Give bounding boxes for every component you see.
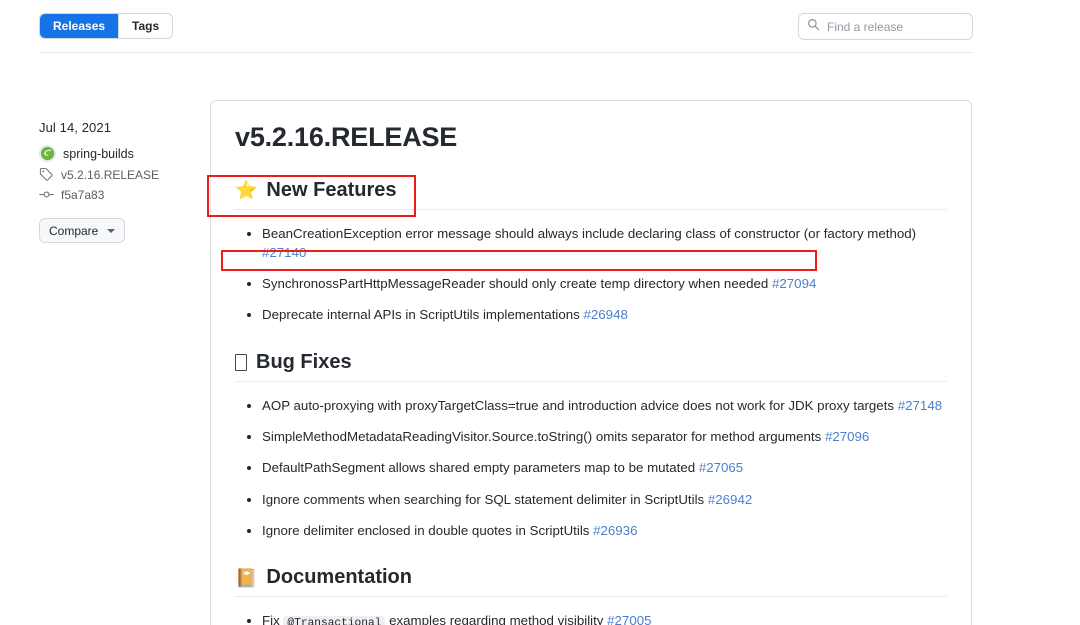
release-title: v5.2.16.RELEASE — [235, 122, 458, 152]
chevron-down-icon — [107, 228, 116, 233]
documentation-item-1: Fix @Transactional examples regarding me… — [245, 611, 947, 625]
list-item-text: BeanCreationException error message shou… — [262, 225, 917, 241]
issue-link[interactable]: #27005 — [607, 613, 651, 625]
bug-fixes-item-5: Ignore delimiter enclosed in double quot… — [245, 521, 947, 540]
search-icon — [807, 18, 820, 36]
release-tag-name: v5.2.16.RELEASE — [61, 167, 160, 182]
list-item-text: Deprecate internal APIs in ScriptUtils i… — [262, 307, 584, 323]
list-item-text: Ignore delimiter enclosed in double quot… — [262, 522, 594, 538]
release-commit-row[interactable]: f5a7a83 — [39, 187, 199, 202]
release-card: v5.2.16.RELEASE ⭐ New Features BeanCreat… — [210, 100, 972, 625]
list-item-text: Fix — [262, 613, 284, 625]
issue-link[interactable]: #27094 — [772, 276, 816, 291]
new-features-item-1: BeanCreationException error message shou… — [245, 224, 947, 263]
notebook-icon: 📔 — [235, 567, 258, 588]
list-item-text: SimpleMethodMetadataReadingVisitor.Sourc… — [262, 429, 825, 445]
issue-link[interactable]: #27140 — [262, 245, 306, 260]
tab-tags-label: Tags — [132, 19, 160, 33]
bug-fixes-item-3: DefaultPathSegment allows shared empty p… — [245, 458, 947, 477]
bug-fixes-list: AOP auto-proxying with proxyTargetClass=… — [235, 396, 947, 540]
issue-link[interactable]: #26936 — [593, 523, 637, 538]
issue-link[interactable]: #26942 — [708, 492, 752, 507]
documentation-heading-label: Documentation — [266, 566, 412, 589]
tab-tags[interactable]: Tags — [118, 14, 173, 38]
list-item-text: Ignore comments when searching for SQL s… — [262, 491, 708, 507]
compare-button[interactable]: Compare — [39, 218, 126, 243]
commit-icon — [39, 187, 54, 202]
tab-releases-label: Releases — [53, 19, 106, 33]
list-item-text: DefaultPathSegment allows shared empty p… — [262, 460, 699, 476]
releases-page: Releases Tags Jul 14, 2021 — [0, 0, 1080, 625]
new-features-item-2: SynchronossPartHttpMessageReader should … — [245, 274, 947, 293]
release-author-name: spring-builds — [63, 146, 134, 161]
bug-fixes-item-4: Ignore comments when searching for SQL s… — [245, 490, 947, 509]
release-tabs: Releases Tags — [39, 13, 174, 39]
inline-code: @Transactional — [283, 615, 386, 625]
bug-fixes-heading-label: Bug Fixes — [256, 350, 352, 373]
release-date: Jul 14, 2021 — [39, 120, 112, 135]
issue-link[interactable]: #27096 — [825, 429, 869, 444]
release-commit-sha: f5a7a83 — [61, 187, 105, 202]
documentation-list: Fix @Transactional examples regarding me… — [235, 611, 947, 625]
release-search-box[interactable] — [798, 13, 973, 40]
new-features-item-3: Deprecate internal APIs in ScriptUtils i… — [245, 305, 947, 324]
star-icon: ⭐ — [235, 180, 258, 201]
new-features-list: BeanCreationException error message shou… — [235, 224, 947, 325]
release-author-row[interactable]: spring-builds — [39, 145, 199, 162]
list-item-text: SynchronossPartHttpMessageReader should … — [262, 276, 772, 292]
tab-releases[interactable]: Releases — [40, 14, 119, 38]
spring-logo-avatar — [39, 145, 56, 162]
search-input[interactable] — [827, 19, 964, 34]
documentation-heading: 📔 Documentation — [235, 566, 947, 598]
issue-link[interactable]: #27148 — [898, 398, 942, 413]
issue-link[interactable]: #26948 — [583, 307, 627, 322]
top-bar: Releases Tags — [0, 0, 1080, 53]
missing-glyph-icon — [235, 353, 247, 371]
bug-fixes-item-1: AOP auto-proxying with proxyTargetClass=… — [245, 396, 947, 415]
tag-icon — [39, 167, 54, 182]
new-features-heading: ⭐ New Features — [235, 179, 947, 210]
header-divider — [39, 52, 973, 53]
bug-fixes-heading: Bug Fixes — [235, 351, 947, 382]
new-features-heading-label: New Features — [266, 178, 397, 201]
release-tag-row[interactable]: v5.2.16.RELEASE — [39, 167, 199, 182]
issue-link[interactable]: #27065 — [699, 460, 743, 475]
bug-fixes-item-2: SimpleMethodMetadataReadingVisitor.Sourc… — [245, 427, 947, 446]
release-sidebar: Jul 14, 2021 spring-builds v5.2.16.RELEA… — [39, 120, 199, 243]
list-item-text: AOP auto-proxying with proxyTargetClass=… — [262, 397, 898, 413]
list-item-text: examples regarding method visibility — [385, 613, 608, 625]
compare-button-label: Compare — [49, 223, 99, 238]
